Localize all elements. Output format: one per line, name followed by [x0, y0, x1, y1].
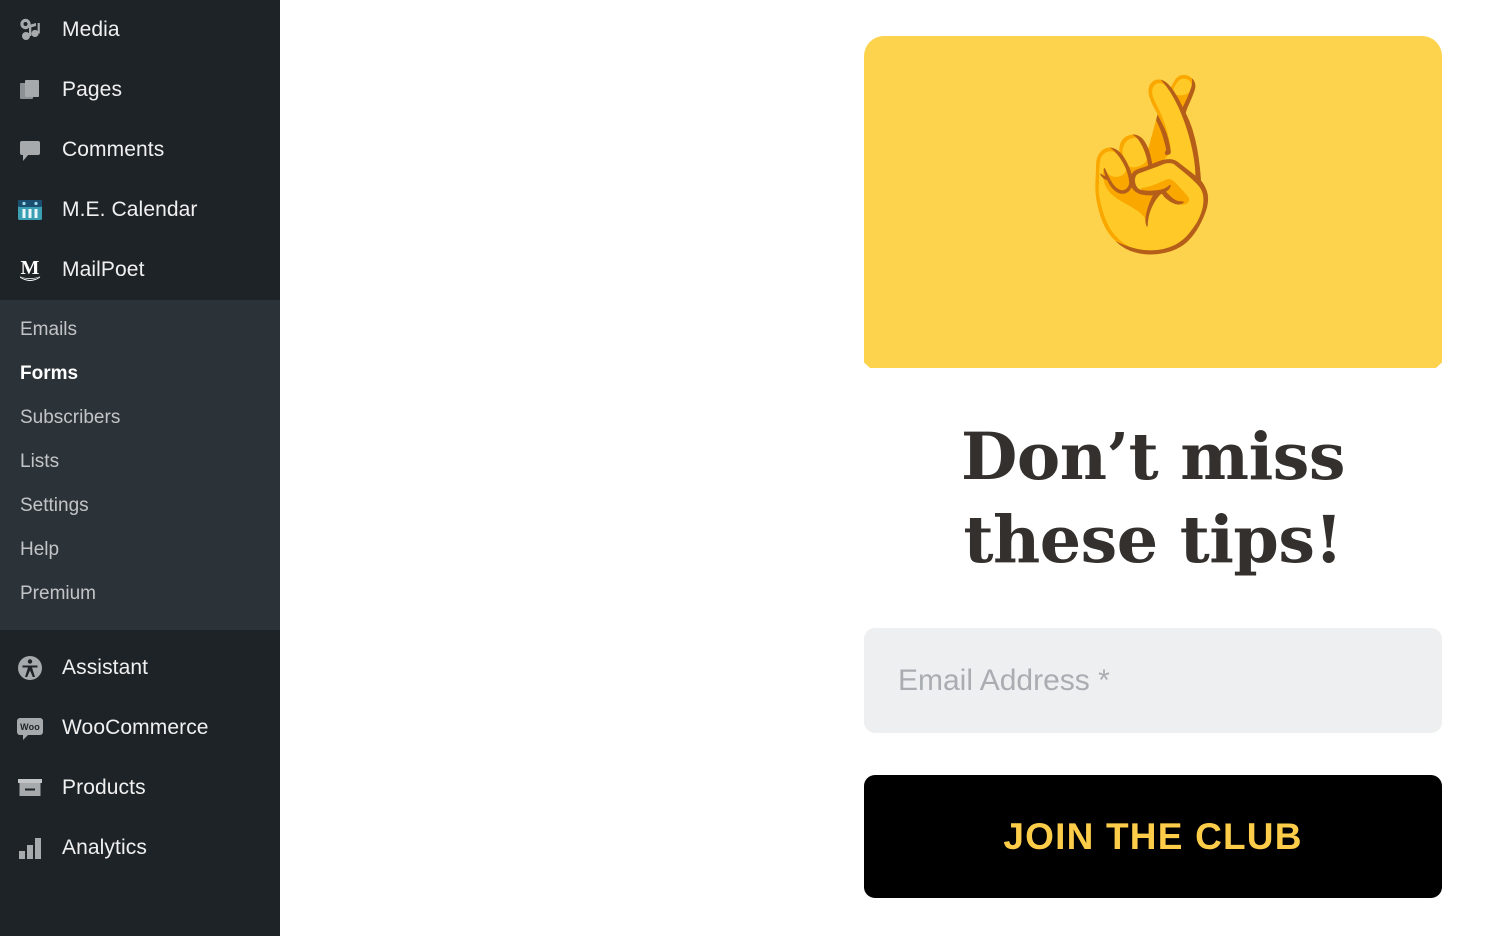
crossed-fingers-emoji: 🤞 — [1048, 70, 1258, 258]
media-icon — [14, 14, 46, 46]
sidebar-item-label: Assistant — [62, 656, 149, 679]
sidebar-item-mailpoet[interactable]: M MailPoet — [0, 240, 280, 300]
submenu-item-emails[interactable]: Emails — [0, 308, 280, 352]
svg-text:Woo: Woo — [20, 722, 40, 732]
submenu-item-forms[interactable]: Forms — [0, 352, 280, 396]
accessibility-icon — [14, 652, 46, 684]
sidebar-item-woocommerce[interactable]: Woo WooCommerce — [0, 698, 280, 758]
sidebar-item-media[interactable]: Media — [0, 0, 280, 60]
sidebar-item-label: Analytics — [62, 836, 147, 859]
sidebar-item-label: Comments — [62, 138, 165, 161]
join-the-club-button[interactable]: JOIN THE CLUB — [864, 775, 1442, 899]
sidebar-item-me-calendar[interactable]: M.E. Calendar — [0, 180, 280, 240]
form-banner: 🤞 — [864, 36, 1442, 368]
sidebar-item-label: M.E. Calendar — [62, 198, 198, 221]
svg-text:M: M — [21, 257, 40, 279]
sidebar-item-label: Products — [62, 776, 146, 799]
sidebar-item-pages[interactable]: Pages — [0, 60, 280, 120]
wp-admin-sidebar: Media Pages Comments M.E. Calendar M Mai… — [0, 0, 280, 936]
mailpoet-icon: M — [14, 254, 46, 286]
mailpoet-form-preview-screen: Media Pages Comments M.E. Calendar M Mai… — [0, 0, 1490, 936]
sidebar-divider — [0, 630, 280, 638]
sidebar-item-assistant[interactable]: Assistant — [0, 638, 280, 698]
submenu-item-settings[interactable]: Settings — [0, 484, 280, 528]
products-box-icon — [14, 772, 46, 804]
submenu-item-lists[interactable]: Lists — [0, 440, 280, 484]
mailpoet-submenu: Emails Forms Subscribers Lists Settings … — [0, 300, 280, 630]
sidebar-item-label: MailPoet — [62, 258, 145, 281]
woocommerce-icon: Woo — [14, 712, 46, 744]
form-preview-panel: 🤞 Don’t miss these tips! JOIN THE CLUB — [864, 0, 1442, 936]
analytics-bars-icon — [14, 832, 46, 864]
headline-line-1: Don’t miss — [961, 419, 1345, 495]
comments-icon — [14, 134, 46, 166]
email-field[interactable] — [864, 628, 1442, 734]
sidebar-item-label: Media — [62, 18, 120, 41]
sidebar-item-comments[interactable]: Comments — [0, 120, 280, 180]
headline-line-2: these tips! — [963, 502, 1343, 579]
submenu-item-premium[interactable]: Premium — [0, 572, 280, 616]
sidebar-item-products[interactable]: Products — [0, 758, 280, 818]
sidebar-item-label: Pages — [62, 78, 123, 101]
calendar-icon — [14, 194, 46, 226]
page-title: Don’t miss these tips! — [864, 416, 1442, 582]
sidebar-item-label: WooCommerce — [62, 716, 209, 739]
submenu-item-subscribers[interactable]: Subscribers — [0, 396, 280, 440]
pages-icon — [14, 74, 46, 106]
sidebar-item-analytics[interactable]: Analytics — [0, 818, 280, 878]
submenu-item-help[interactable]: Help — [0, 528, 280, 572]
